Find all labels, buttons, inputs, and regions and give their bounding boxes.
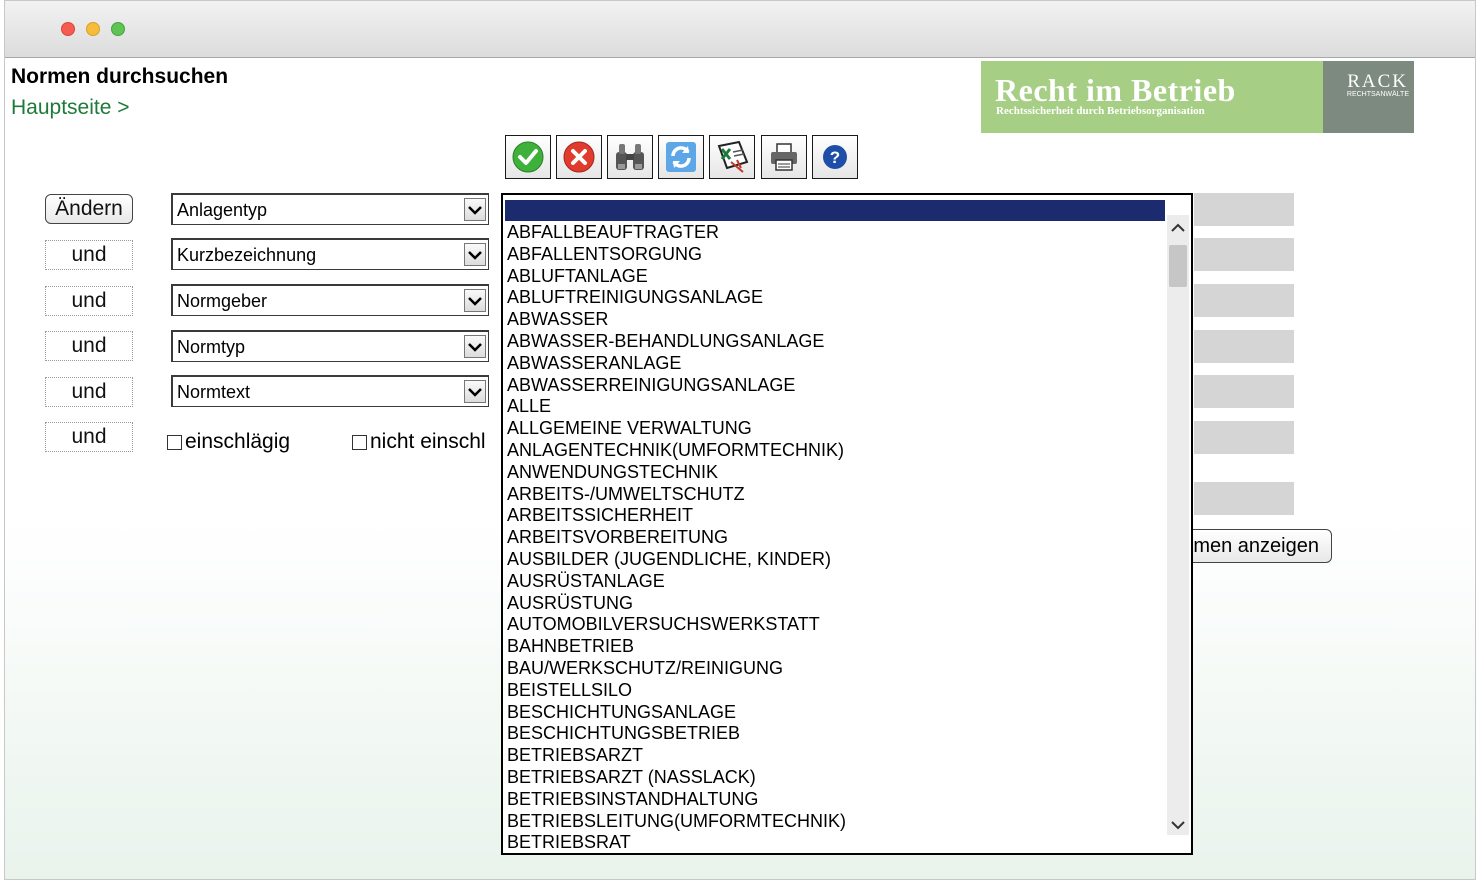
dropdown-option[interactable]: ARBEITSVORBEREITUNG	[507, 527, 1165, 549]
field-select-3[interactable]: Normgeber	[171, 284, 489, 316]
and-button-3[interactable]: und	[45, 331, 133, 361]
value-field-2[interactable]	[1194, 238, 1294, 271]
dropdown-option[interactable]: BAHNBETRIEB	[507, 636, 1165, 658]
help-button[interactable]: ?	[812, 135, 858, 179]
value-field-3[interactable]	[1194, 284, 1294, 317]
refresh-button[interactable]	[658, 135, 704, 179]
chevron-down-icon[interactable]	[1167, 815, 1189, 835]
dropdown-option[interactable]: AUSBILDER (JUGENDLICHE, KINDER)	[507, 549, 1165, 571]
dropdown-option[interactable]: BESCHICHTUNGSBETRIEB	[507, 723, 1165, 745]
svg-text:?: ?	[830, 148, 840, 167]
help-icon: ?	[823, 145, 847, 169]
and-button-2[interactable]: und	[45, 286, 133, 316]
dropdown-option[interactable]: ANLAGENTECHNIK(UMFORMTECHNIK)	[507, 440, 1165, 462]
dropdown-option[interactable]: ABWASSER-BEHANDLUNGSANLAGE	[507, 331, 1165, 353]
dropdown-option[interactable]: BETRIEBSARZT (NASSLACK)	[507, 767, 1165, 789]
logo-rack-subtext: RECHTSANWÄLTE	[1346, 91, 1409, 98]
logo-rack-box: RACK RECHTSANWÄLTE	[1323, 61, 1414, 133]
chevron-down-icon	[464, 335, 486, 358]
chevron-down-icon	[464, 289, 486, 312]
excel-export-button[interactable]	[709, 135, 755, 179]
company-logo: Recht im Betrieb Rechtssicherheit durch …	[981, 61, 1414, 133]
dropdown-option[interactable]: AUSRÜSTANLAGE	[507, 571, 1165, 593]
selected-option[interactable]	[505, 200, 1165, 221]
value-field-6[interactable]	[1194, 421, 1294, 454]
page-title: Normen durchsuchen	[11, 65, 229, 88]
zoom-window-button[interactable]	[111, 22, 125, 36]
logo-tagline: Rechtssicherheit durch Betriebsorganisat…	[996, 105, 1205, 117]
logo-rack-text: RACK	[1347, 71, 1408, 92]
change-button[interactable]: Ändern	[45, 194, 133, 224]
field-select-2[interactable]: Kurzbezeichnung	[171, 238, 489, 270]
dropdown-option[interactable]: ALLE	[507, 396, 1165, 418]
dropdown-option[interactable]: ABFALLENTSORGUNG	[507, 244, 1165, 266]
checkbox-nicht-einschlaegig[interactable]: nicht einschl	[352, 430, 486, 454]
scrollbar-thumb[interactable]	[1169, 245, 1187, 287]
dropdown-option[interactable]: BEISTELLSILO	[507, 680, 1165, 702]
cancel-button[interactable]	[556, 135, 602, 179]
minimize-window-button[interactable]	[86, 22, 100, 36]
anlagentyp-dropdown-list[interactable]: ABFALLBEAUFTRAGTER ABFALLENTSORGUNG ABLUFT…	[501, 193, 1193, 855]
close-window-button[interactable]	[61, 22, 75, 36]
dropdown-option[interactable]: ABLUFTREINIGUNGSANLAGE	[507, 287, 1165, 309]
and-button-4[interactable]: und	[45, 377, 133, 407]
value-field-4[interactable]	[1194, 330, 1294, 363]
dropdown-option[interactable]: ABLUFTANLAGE	[507, 266, 1165, 288]
search-button[interactable]	[607, 135, 653, 179]
dropdown-option[interactable]: BESCHICHTUNGSANLAGE	[507, 702, 1165, 724]
field-select-value: Normtext	[177, 382, 251, 402]
field-select-4[interactable]: Normtyp	[171, 330, 489, 362]
print-icon	[771, 143, 797, 171]
dropdown-option[interactable]: AUSRÜSTUNG	[507, 593, 1165, 615]
scrollbar[interactable]	[1167, 215, 1189, 835]
value-field-5[interactable]	[1194, 375, 1294, 408]
confirm-button[interactable]	[505, 135, 551, 179]
field-select-5[interactable]: Normtext	[171, 375, 489, 407]
checkbox-box[interactable]	[167, 434, 182, 450]
dropdown-option[interactable]: ARBEITS-/UMWELTSCHUTZ	[507, 484, 1165, 506]
dropdown-option[interactable]: ANWENDUNGSTECHNIK	[507, 462, 1165, 484]
field-select-value: Normgeber	[177, 291, 268, 311]
dropdown-option[interactable]: BETRIEBSINSTANDHALTUNG	[507, 789, 1165, 811]
logo-brand-text: Recht im Betrieb	[995, 72, 1236, 108]
dropdown-option[interactable]: BAU/WERKSCHUTZ/REINIGUNG	[507, 658, 1165, 680]
chevron-down-icon	[464, 243, 486, 266]
dropdown-option[interactable]: ABWASSERREINIGUNGSANLAGE	[507, 375, 1165, 397]
refresh-icon	[666, 142, 696, 172]
field-select-value: Normtyp	[177, 337, 246, 357]
dropdown-option[interactable]: BETRIEBSARZT	[507, 745, 1165, 767]
chevron-up-icon[interactable]	[1167, 217, 1189, 237]
browser-window: Normen durchsuchen Hauptseite > Recht im…	[4, 0, 1476, 880]
field-select-1[interactable]: Anlagentyp	[171, 193, 489, 225]
dropdown-option[interactable]: ABFALLBEAUFTRAGTER	[507, 222, 1165, 244]
value-field-7[interactable]	[1194, 482, 1294, 515]
and-button-1[interactable]: und	[45, 240, 133, 270]
checkbox-einschlaegig[interactable]: einschlägig	[167, 430, 290, 454]
value-field-1[interactable]	[1194, 193, 1294, 226]
checkbox-box[interactable]	[352, 434, 367, 450]
dropdown-option[interactable]: BETRIEBSRAT	[507, 832, 1165, 853]
chevron-down-icon	[464, 198, 486, 221]
breadcrumb-home-link[interactable]: Hauptseite >	[11, 96, 130, 120]
chevron-down-icon	[464, 380, 486, 403]
dropdown-option[interactable]: ABWASSERANLAGE	[507, 353, 1165, 375]
cancel-icon	[563, 141, 595, 173]
title-bar	[5, 1, 1475, 58]
dropdown-option[interactable]: BETRIEBSLEITUNG(UMFORMTECHNIK)	[507, 811, 1165, 833]
checkbox-label: nicht einschl	[370, 430, 486, 453]
check-icon	[512, 141, 544, 173]
print-button[interactable]	[761, 135, 807, 179]
and-button-5[interactable]: und	[45, 422, 133, 452]
dropdown-option[interactable]: ALLGEMEINE VERWALTUNG	[507, 418, 1165, 440]
dropdown-option[interactable]: AUTOMOBILVERSUCHSWERKSTATT	[507, 614, 1165, 636]
dropdown-option[interactable]: ARBEITSSICHERHEIT	[507, 505, 1165, 527]
excel-export-icon	[717, 140, 749, 173]
field-select-value: Anlagentyp	[177, 200, 268, 220]
field-select-value: Kurzbezeichnung	[177, 245, 317, 265]
dropdown-option[interactable]: ABWASSER	[507, 309, 1165, 331]
binoculars-icon	[616, 144, 644, 170]
dropdown-options: ABFALLBEAUFTRAGTER ABFALLENTSORGUNG ABLUFT…	[507, 222, 1165, 853]
checkbox-label: einschlägig	[185, 430, 291, 453]
